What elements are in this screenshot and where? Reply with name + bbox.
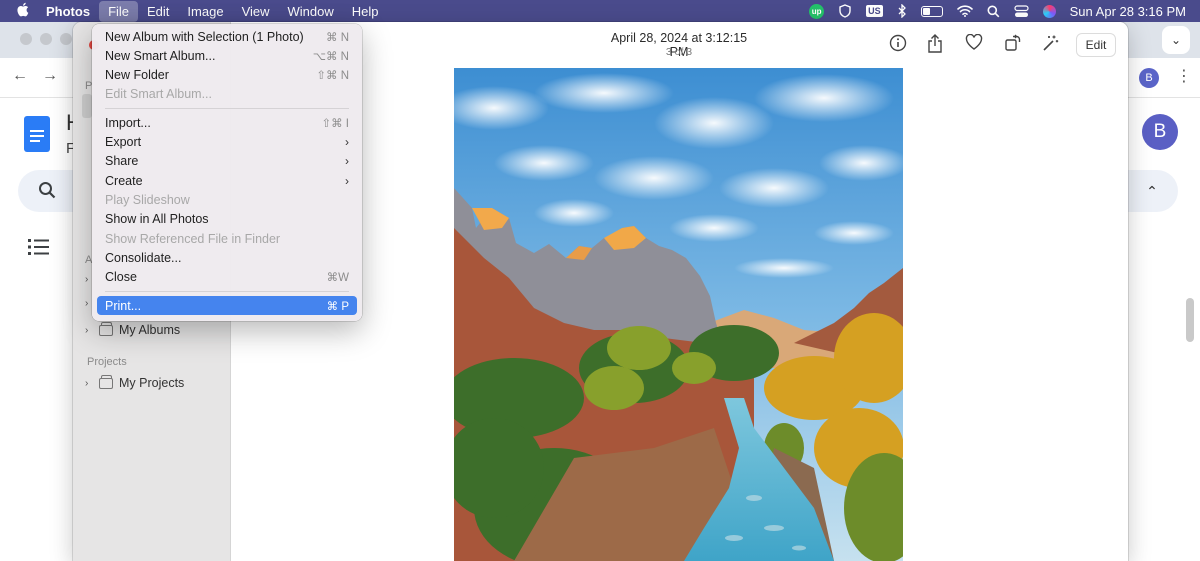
close-window-button[interactable]: [20, 33, 32, 45]
menu-item-create[interactable]: Create ›: [97, 171, 357, 190]
menu-item-label: New Album with Selection (1 Photo): [105, 29, 304, 44]
app-menu-photos[interactable]: Photos: [44, 1, 99, 22]
menu-help[interactable]: Help: [343, 1, 388, 22]
chevron-up-icon[interactable]: ⌃: [1126, 170, 1178, 212]
menu-item-label: Show in All Photos: [105, 211, 209, 226]
submenu-chevron-icon: ›: [345, 173, 349, 188]
menu-item-share[interactable]: Share ›: [97, 151, 357, 170]
photo-counter: 3 of 3: [665, 46, 693, 58]
menu-item-label: Print...: [105, 298, 142, 313]
siri-icon[interactable]: [1042, 4, 1056, 18]
search-icon: [38, 181, 56, 204]
menu-item-label: New Folder: [105, 67, 169, 82]
upwork-status-icon[interactable]: up: [809, 3, 825, 19]
folder-icon: [99, 374, 113, 389]
submenu-chevron-icon: ›: [345, 134, 349, 149]
spotlight-search-icon[interactable]: [987, 5, 1000, 18]
minimize-window-button[interactable]: [40, 33, 52, 45]
back-arrow-icon[interactable]: ←: [12, 67, 28, 85]
folder-icon: [99, 321, 113, 336]
menu-item-new-smart-album[interactable]: New Smart Album... ⌥⌘ N: [97, 46, 357, 65]
menu-item-label: Import...: [105, 115, 151, 130]
menu-item-shortcut: ⌥⌘ N: [312, 50, 349, 63]
browser-menu-icon[interactable]: ⋮: [1176, 66, 1192, 86]
chevron-right-icon[interactable]: ›: [85, 378, 93, 389]
menu-item-print[interactable]: Print... ⌘ P: [97, 296, 357, 315]
menu-file[interactable]: File: [99, 0, 139, 22]
info-icon[interactable]: [889, 34, 907, 57]
battery-icon[interactable]: [920, 5, 943, 17]
share-icon[interactable]: [927, 34, 943, 58]
menu-window[interactable]: Window: [279, 1, 343, 22]
menu-item-label: Create: [105, 173, 143, 188]
menu-item-label: Close: [105, 269, 137, 284]
file-menu-dropdown: New Album with Selection (1 Photo) ⌘ N N…: [92, 24, 362, 321]
sidebar-item-my-albums[interactable]: › My Albums: [85, 321, 181, 337]
menu-item-edit-smart-album: Edit Smart Album...: [97, 84, 357, 103]
menu-item-close[interactable]: Close ⌘W: [97, 267, 357, 286]
auto-enhance-wand-icon[interactable]: [1042, 34, 1060, 57]
menu-item-show-in-all-photos[interactable]: Show in All Photos: [97, 209, 357, 228]
menu-item-label: Consolidate...: [105, 250, 182, 265]
menu-item-export[interactable]: Export ›: [97, 132, 357, 151]
list-view-icon[interactable]: [28, 238, 50, 261]
sidebar-item-label: My Projects: [119, 376, 185, 390]
menu-item-new-album-with-selection[interactable]: New Album with Selection (1 Photo) ⌘ N: [97, 27, 357, 46]
menu-item-shortcut: ⌘ N: [326, 31, 349, 44]
menu-item-label: New Smart Album...: [105, 48, 216, 63]
google-docs-logo-icon[interactable]: [24, 116, 50, 152]
menu-item-label: Show Referenced File in Finder: [105, 231, 281, 246]
menu-item-import[interactable]: Import... ⇧⌘ I: [97, 113, 357, 132]
menu-edit[interactable]: Edit: [138, 1, 178, 22]
zoom-window-button[interactable]: [60, 33, 72, 45]
rotate-icon[interactable]: [1004, 34, 1022, 57]
photos-toolbar: April 28, 2024 at 3:12:15 PM 3 of 3 Edit: [231, 22, 1128, 68]
menu-separator: [105, 291, 349, 292]
control-center-icon[interactable]: [1014, 4, 1029, 18]
menu-item-label: Edit Smart Album...: [105, 86, 212, 101]
account-avatar[interactable]: B: [1142, 114, 1178, 150]
chevron-right-icon[interactable]: ›: [85, 325, 93, 336]
menu-item-show-referenced-file: Show Referenced File in Finder: [97, 229, 357, 248]
menu-separator: [105, 108, 349, 109]
sidebar-item-my-projects[interactable]: › My Projects: [85, 374, 185, 390]
menu-item-shortcut: ⇧⌘ I: [321, 117, 349, 130]
menu-item-label: Play Slideshow: [105, 192, 190, 207]
page-scrollbar[interactable]: [1186, 298, 1194, 342]
favorite-heart-icon[interactable]: [965, 33, 983, 55]
menu-item-new-folder[interactable]: New Folder ⇧⌘ N: [97, 65, 357, 84]
menu-item-shortcut: ⇧⌘ N: [316, 69, 349, 82]
browser-profile-avatar[interactable]: B: [1139, 68, 1159, 88]
apple-menu-icon[interactable]: [0, 2, 44, 20]
tab-search-chevron-icon[interactable]: ⌄: [1162, 26, 1190, 54]
landscape-photo[interactable]: [454, 68, 903, 561]
menu-item-shortcut: ⌘ P: [326, 300, 349, 313]
edit-button[interactable]: Edit: [1076, 33, 1116, 57]
menu-view[interactable]: View: [233, 1, 279, 22]
menu-image[interactable]: Image: [178, 1, 232, 22]
status-area: up US Sun Apr 28 3:16 PM: [809, 3, 1200, 19]
menu-item-label: Export: [105, 134, 142, 149]
sidebar-selected-item-partial: [82, 94, 92, 118]
menubar-clock[interactable]: Sun Apr 28 3:16 PM: [1070, 4, 1186, 19]
menu-item-play-slideshow: Play Slideshow: [97, 190, 357, 209]
submenu-chevron-icon: ›: [345, 153, 349, 168]
menu-item-shortcut: ⌘W: [326, 271, 349, 284]
window-controls: [20, 33, 72, 45]
wifi-icon[interactable]: [956, 5, 973, 17]
menu-item-consolidate[interactable]: Consolidate...: [97, 248, 357, 267]
sidebar-section-projects: Projects: [87, 356, 127, 368]
menu-bar: Photos File Edit Image View Window Help …: [0, 0, 1200, 22]
shield-status-icon[interactable]: [838, 4, 852, 18]
input-source-icon[interactable]: US: [866, 5, 883, 17]
menu-item-label: Share: [105, 153, 139, 168]
forward-arrow-icon[interactable]: →: [42, 67, 58, 85]
sidebar-item-label: My Albums: [119, 323, 181, 337]
bluetooth-icon[interactable]: [897, 4, 907, 18]
